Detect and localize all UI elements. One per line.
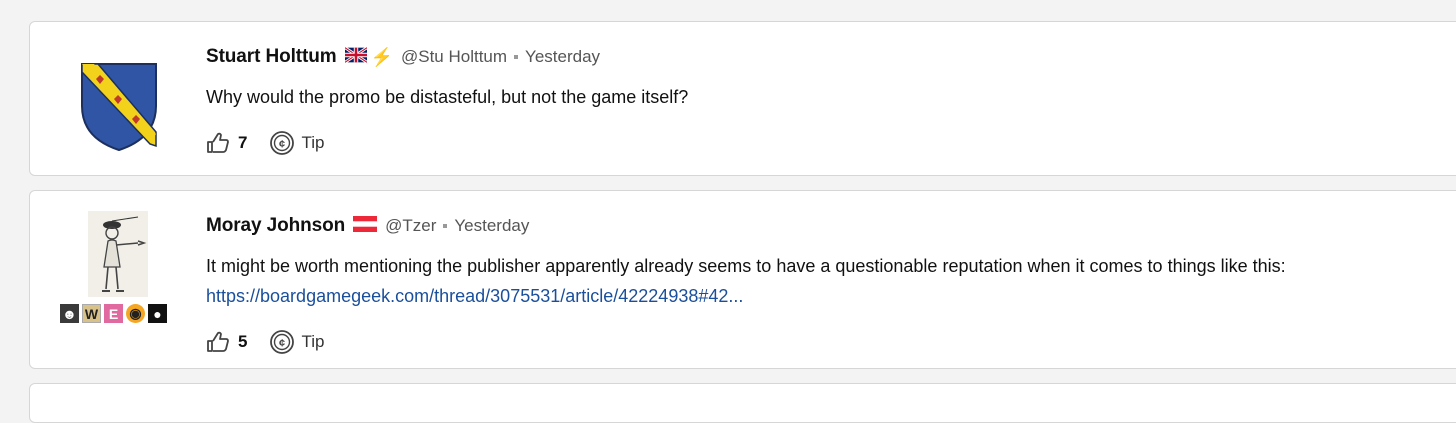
svg-text:¢: ¢ — [279, 139, 285, 151]
w-badge[interactable]: W — [82, 304, 101, 323]
user-handle[interactable]: @Tzer — [385, 216, 436, 236]
like-button[interactable]: 5 — [206, 331, 247, 353]
tip-coin-icon: ¢ — [270, 330, 295, 354]
like-count: 7 — [238, 133, 248, 152]
comment-text: It might be worth mentioning the publish… — [206, 256, 1286, 276]
thumbs-up-icon — [207, 331, 229, 352]
separator-dot — [514, 55, 519, 59]
thumbs-up-icon — [207, 132, 229, 153]
username[interactable]: Moray Johnson — [206, 215, 345, 237]
separator-dot — [443, 224, 448, 228]
lightning-bolt-icon: ⚡ — [370, 46, 393, 67]
comment-card: ☻ W E ◉ ● Moray Johnson @Tzer Yesterday … — [29, 190, 1456, 369]
united-kingdom-flag-icon — [343, 45, 368, 68]
tip-coin-icon: ¢ — [270, 131, 295, 155]
like-button[interactable]: 7 — [206, 132, 247, 154]
penguin-badge[interactable]: ● — [148, 304, 167, 323]
austria-flag-icon — [353, 215, 378, 237]
avatar[interactable] — [88, 211, 148, 302]
svg-text:¢: ¢ — [279, 338, 285, 350]
comment-card — [29, 383, 1456, 423]
timestamp[interactable]: Yesterday — [525, 47, 600, 67]
badge-row: ☻ W E ◉ ● — [60, 304, 167, 323]
thread-link[interactable]: https://boardgamegeek.com/thread/3075531… — [206, 286, 743, 306]
timestamp[interactable]: Yesterday — [454, 216, 529, 236]
face-badge[interactable]: ☻ — [60, 304, 79, 323]
drawn-figure-with-pistol-icon — [88, 211, 148, 297]
comment-text: Why would the promo be distasteful, but … — [206, 87, 689, 107]
tip-label: Tip — [301, 332, 325, 351]
tip-label: Tip — [301, 133, 325, 152]
eye-badge[interactable]: ◉ — [126, 304, 145, 323]
tip-button[interactable]: ¢ Tip — [269, 130, 324, 156]
like-count: 5 — [238, 332, 248, 351]
tip-button[interactable]: ¢ Tip — [269, 329, 324, 355]
avatar[interactable] — [64, 36, 174, 159]
e-badge[interactable]: E — [104, 304, 123, 323]
username[interactable]: Stuart Holttum — [206, 46, 337, 68]
comment-card: Stuart Holttum ⚡ @Stu Holttum Yesterday … — [29, 21, 1456, 176]
user-handle[interactable]: @Stu Holttum — [401, 47, 507, 67]
coat-of-arms-shield-icon — [81, 63, 157, 152]
